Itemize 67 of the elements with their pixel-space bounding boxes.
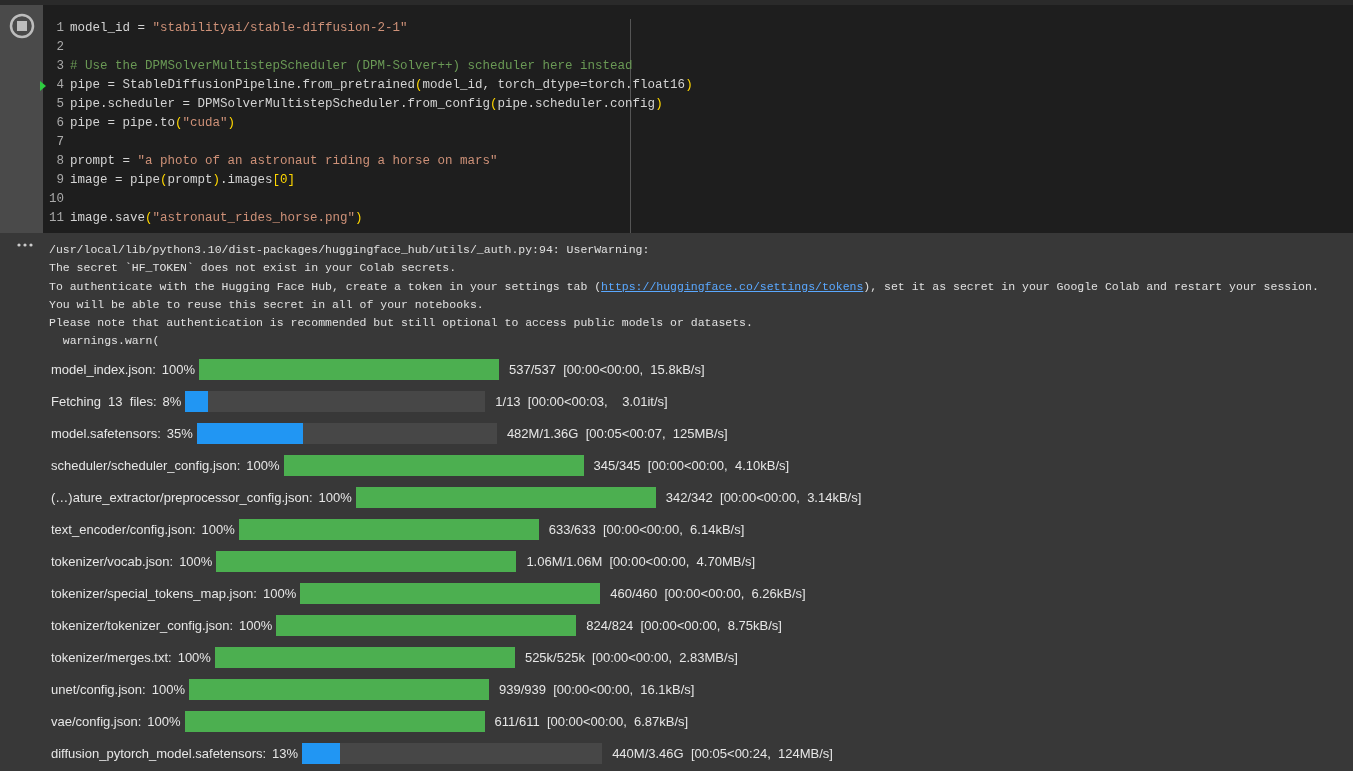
progress-stats: 440M/3.46G [00:05<00:24, 124MB/s] bbox=[612, 745, 833, 764]
progress-percent: 100% bbox=[201, 521, 235, 540]
progress-stats: 342/342 [00:00<00:00, 3.14kB/s] bbox=[665, 489, 862, 508]
output-text: To authenticate with the Hugging Face Hub, create a token in your settings tab (https://huggingface.co/settings/tokens), set it as secret in your Google Colab and restart your session. bbox=[49, 278, 1319, 295]
settings-link[interactable]: https://huggingface.co/settings/tokens bbox=[601, 279, 864, 293]
progress-label: model.safetensors: bbox=[51, 425, 161, 444]
output-text: /usr/local/lib/python3.10/dist-packages/huggingface_hub/utils/_auth.py:94: UserWarning: bbox=[49, 242, 651, 258]
progress-label: diffusion_pytorch_model.safetensors: bbox=[51, 745, 267, 764]
line-number: 1 bbox=[55, 20, 65, 38]
code-line: pipe = pipe.to("cuda") bbox=[70, 115, 236, 133]
progress-label: vae/config.json: bbox=[51, 713, 142, 732]
code-line: pipe = StableDiffusionPipeline.from_pretrained(model_id, torch_dtype=torch.float16) bbox=[70, 77, 693, 95]
progress-percent: 100% bbox=[239, 617, 273, 636]
progress-stats: 537/537 [00:00<00:00, 15.8kB/s] bbox=[509, 361, 705, 380]
line-number: 4 bbox=[55, 77, 65, 95]
line-number: 8 bbox=[55, 153, 65, 171]
progress-percent: 100% bbox=[161, 361, 196, 380]
progress-stats: 824/824 [00:00<00:00, 8.75kB/s] bbox=[586, 617, 782, 636]
line-number: 10 bbox=[48, 191, 65, 209]
progress-stats: 460/460 [00:00<00:00, 6.26kB/s] bbox=[610, 585, 806, 604]
output-text: Please note that authentication is recommended but still optional to access public models or datasets. bbox=[49, 315, 754, 332]
progress-percent: 13% bbox=[272, 745, 299, 764]
code-line: image.save("astronaut_rides_horse.png") bbox=[70, 210, 363, 228]
progress-label: (…)ature_extractor/preprocessor_config.json: bbox=[51, 489, 313, 508]
progress-stats: 1.06M/1.06M [00:00<00:00, 4.70MB/s] bbox=[526, 553, 756, 572]
line-number: 2 bbox=[55, 39, 65, 57]
progress-stats: 345/345 [00:00<00:00, 4.10kB/s] bbox=[593, 457, 790, 476]
more-options-icon[interactable] bbox=[16, 243, 33, 247]
code-line: image = pipe(prompt).images[0] bbox=[70, 172, 296, 190]
line-number: 11 bbox=[48, 210, 65, 228]
progress-stats: 939/939 [00:00<00:00, 16.1kB/s] bbox=[498, 681, 695, 700]
progress-stats: 611/611 [00:00<00:00, 6.87kB/s] bbox=[494, 713, 689, 732]
progress-label: tokenizer/tokenizer_config.json: bbox=[51, 617, 234, 636]
code-line: pipe.scheduler = DPMSolverMultistepScheduler.from_config(pipe.scheduler.config) bbox=[70, 96, 663, 114]
code-line: model_id = "stabilityai/stable-diffusion-2-1" bbox=[70, 20, 408, 38]
line-number: 3 bbox=[55, 58, 65, 76]
line-number: 5 bbox=[55, 96, 65, 114]
output-text: The secret `HF_TOKEN` does not exist in your Colab secrets. bbox=[49, 260, 458, 277]
progress-label: tokenizer/special_tokens_map.json: bbox=[51, 585, 257, 604]
progress-label: tokenizer/vocab.json: bbox=[51, 553, 174, 572]
progress-percent: 100% bbox=[147, 713, 181, 732]
progress-label: tokenizer/merges.txt: bbox=[51, 649, 172, 668]
progress-label: model_index.json: bbox=[51, 361, 156, 380]
code-line: # Use the DPMSolverMultistepScheduler (DPM-Solver++) scheduler here instead bbox=[70, 58, 633, 76]
progress-stats: 525k/525k [00:00<00:00, 2.83MB/s] bbox=[524, 649, 738, 668]
code-line: prompt = "a photo of an astronaut riding a horse on mars" bbox=[70, 153, 498, 171]
line-number: 7 bbox=[55, 134, 65, 152]
stop-icon[interactable] bbox=[8, 13, 35, 39]
progress-percent: 100% bbox=[246, 457, 280, 476]
progress-label: text_encoder/config.json: bbox=[51, 521, 196, 540]
progress-stats: 633/633 [00:00<00:00, 6.14kB/s] bbox=[548, 521, 745, 540]
progress-stats: 1/13 [00:00<00:03, 3.01it/s] bbox=[495, 393, 668, 412]
output-text: warnings.warn( bbox=[61, 333, 161, 350]
progress-percent: 100% bbox=[179, 553, 213, 572]
progress-percent: 100% bbox=[177, 649, 211, 668]
progress-percent: 100% bbox=[151, 681, 185, 700]
line-number: 9 bbox=[55, 172, 65, 190]
progress-label: unet/config.json: bbox=[51, 681, 146, 700]
progress-stats: 482M/1.36G [00:05<00:07, 125MB/s] bbox=[506, 425, 728, 444]
progress-percent: 100% bbox=[262, 585, 297, 604]
line-number: 6 bbox=[55, 115, 65, 133]
progress-percent: 100% bbox=[318, 489, 352, 508]
output-text: You will be able to reuse this secret in all of your notebooks. bbox=[49, 296, 485, 313]
progress-label: scheduler/scheduler_config.json: bbox=[51, 457, 241, 476]
progress-percent: 8% bbox=[162, 393, 182, 412]
progress-label: Fetching 13 files: bbox=[51, 393, 157, 412]
progress-percent: 35% bbox=[166, 425, 193, 444]
